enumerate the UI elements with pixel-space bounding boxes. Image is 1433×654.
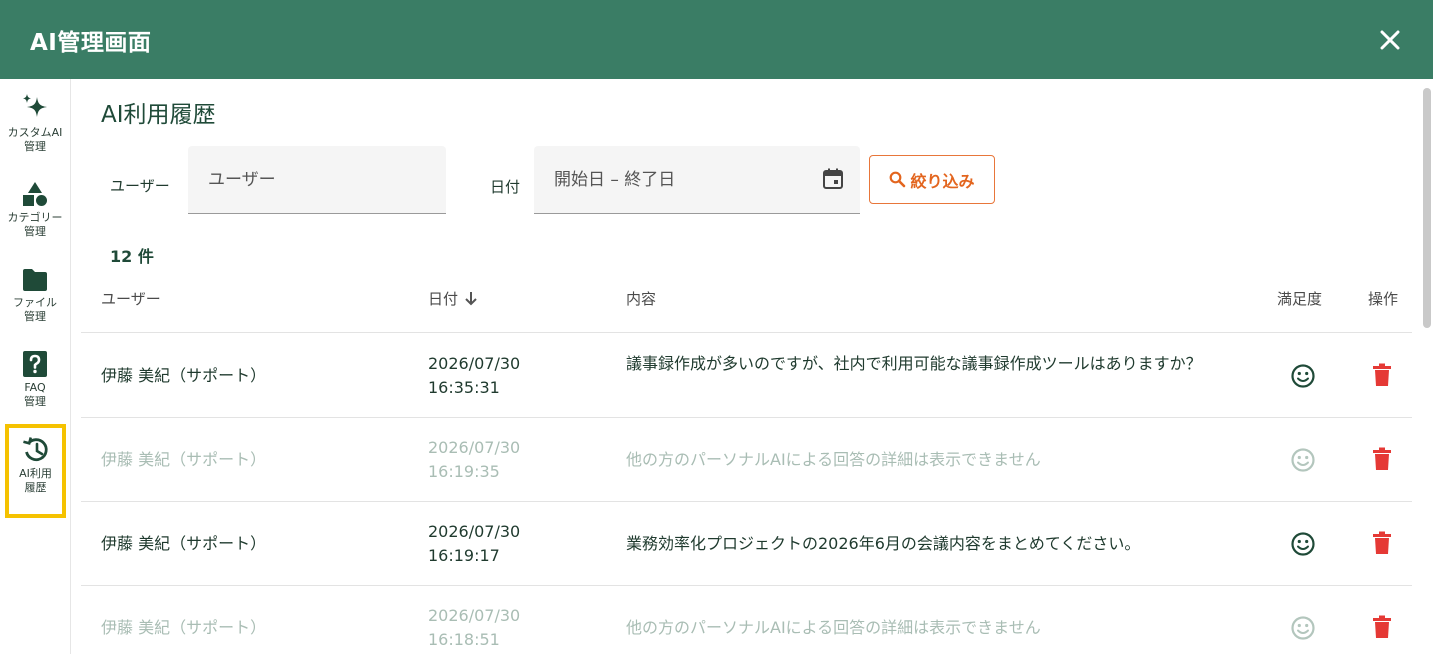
table-row[interactable]: 伊藤 美紀（サポート） 2026/07/30 16:19:35 他の方のパーソナ… — [81, 418, 1412, 502]
row-user: 伊藤 美紀（サポート） — [101, 366, 267, 385]
question-icon — [23, 351, 47, 377]
close-icon — [1380, 30, 1400, 49]
arrow-down-icon — [465, 292, 477, 306]
table-row[interactable]: 伊藤 美紀（サポート） 2026/07/30 16:35:31 議事録作成が多い… — [81, 334, 1412, 418]
sparkle-icon — [23, 94, 47, 117]
table-row[interactable]: 伊藤 美紀（サポート） 2026/07/30 16:18:51 他の方のパーソナ… — [81, 586, 1412, 654]
user-filter-label: ユーザー — [110, 177, 170, 195]
row-user: 伊藤 美紀（サポート） — [101, 534, 267, 553]
column-header-date[interactable]: 日付 — [428, 288, 478, 309]
column-header-content[interactable]: 内容 — [626, 288, 656, 309]
folder-icon — [23, 269, 47, 291]
trash-icon[interactable] — [1372, 363, 1392, 387]
history-icon — [22, 437, 48, 462]
trash-icon[interactable] — [1372, 531, 1392, 555]
satisfied-face-icon — [1291, 448, 1315, 472]
sidebar-item-label: FAQ 管理 — [24, 381, 46, 408]
date-filter-label: 日付 — [490, 178, 521, 196]
satisfied-face-icon — [1291, 532, 1315, 556]
row-user: 伊藤 美紀（サポート） — [101, 618, 267, 637]
row-content: 業務効率化プロジェクトの2026年6月の会議内容をまとめてください。 — [626, 534, 1141, 553]
column-header-action: 操作 — [1368, 290, 1399, 308]
row-content: 他の方のパーソナルAIによる回答の詳細は表示できません — [626, 450, 1041, 469]
column-header-satisfaction[interactable]: 満足度 — [1277, 288, 1322, 309]
sidebar-item-label: AI利用 履歴 — [19, 467, 52, 494]
satisfied-face-icon — [1291, 364, 1315, 388]
main-content: AI利用履歴 ユーザー 日付 絞り込み 12 件 ユーザー 日付 内容 — [81, 79, 1412, 654]
trash-icon[interactable] — [1372, 447, 1392, 471]
row-user: 伊藤 美紀（サポート） — [101, 450, 267, 469]
sidebar-item-file[interactable]: ファイル 管理 — [3, 267, 67, 324]
sidebar-item-category[interactable]: カテゴリー 管理 — [3, 180, 67, 239]
row-date: 2026/07/30 16:19:17 — [428, 522, 521, 565]
scrollbar[interactable] — [1423, 88, 1431, 328]
date-range-input[interactable] — [534, 146, 860, 213]
result-count: 12 件 — [110, 247, 154, 266]
satisfied-face-icon — [1291, 616, 1315, 640]
sidebar-item-label: カスタムAI 管理 — [7, 126, 63, 153]
sidebar-item-ai-history[interactable]: AI利用 履歴 — [5, 424, 66, 518]
trash-icon[interactable] — [1372, 615, 1392, 639]
filter-button-label: 絞り込み — [910, 171, 975, 191]
table-header: ユーザー 日付 内容 満足度 操作 — [81, 276, 1412, 333]
date-filter-field — [534, 146, 860, 214]
sidebar-item-label: カテゴリー 管理 — [7, 211, 63, 238]
app-title: AI管理画面 — [30, 29, 152, 56]
row-date: 2026/07/30 16:19:35 — [428, 438, 521, 481]
sidebar-item-faq[interactable]: FAQ 管理 — [3, 350, 67, 409]
sidebar-item-label: ファイル 管理 — [13, 296, 57, 323]
calendar-icon[interactable] — [821, 167, 845, 191]
row-content: 議事録作成が多いのですが、社内で利用可能な議事録作成ツールはありますか？ — [626, 354, 1202, 373]
row-date: 2026/07/30 16:18:51 — [428, 606, 521, 649]
user-filter-field — [188, 146, 446, 214]
row-date: 2026/07/30 16:35:31 — [428, 354, 521, 397]
column-header-user[interactable]: ユーザー — [101, 288, 161, 309]
search-icon — [890, 171, 906, 188]
sidebar: カスタムAI 管理 カテゴリー 管理 ファイル 管理 FAQ 管理 AI利用 履… — [0, 79, 71, 654]
row-content: 他の方のパーソナルAIによる回答の詳細は表示できません — [626, 618, 1041, 637]
sidebar-item-custom-ai[interactable]: カスタムAI 管理 — [3, 93, 67, 154]
column-header-date-label: 日付 — [428, 290, 459, 308]
app-header: AI管理画面 — [0, 0, 1433, 79]
close-button[interactable] — [1375, 25, 1405, 55]
filter-button[interactable]: 絞り込み — [869, 155, 995, 204]
shapes-icon — [23, 182, 47, 206]
user-filter-input[interactable] — [188, 146, 446, 213]
page-title: AI利用履歴 — [101, 102, 216, 128]
table-row[interactable]: 伊藤 美紀（サポート） 2026/07/30 16:19:17 業務効率化プロジ… — [81, 502, 1412, 586]
